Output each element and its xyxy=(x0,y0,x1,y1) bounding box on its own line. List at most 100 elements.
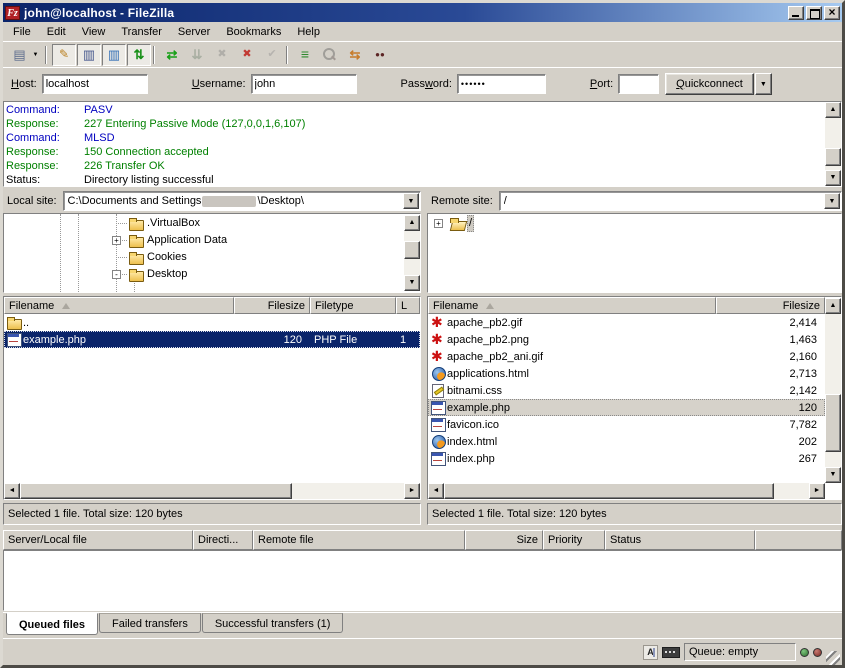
local-list-hscrollbar[interactable]: ◄ ► xyxy=(4,483,420,499)
menu-item[interactable]: Edit xyxy=(39,24,74,40)
titlebar[interactable]: Fz john@localhost - FileZilla xyxy=(3,3,842,22)
expander-icon[interactable] xyxy=(112,270,121,279)
queue-tab[interactable]: Failed transfers xyxy=(99,613,201,633)
queue-list[interactable] xyxy=(3,550,842,611)
menu-item[interactable]: Help xyxy=(289,24,328,40)
chevron-down-icon[interactable]: ▼ xyxy=(824,193,840,209)
tree-item[interactable]: .VirtualBox xyxy=(4,215,402,232)
minimize-button[interactable] xyxy=(788,6,804,20)
site-manager-icon xyxy=(12,47,28,62)
remote-list-hscrollbar[interactable]: ◄ ► xyxy=(428,483,825,499)
column-header-direction[interactable]: Directi... xyxy=(193,530,253,550)
expander-icon[interactable] xyxy=(112,236,121,245)
column-header-size[interactable]: Size xyxy=(465,530,543,550)
expander-icon[interactable] xyxy=(434,219,443,228)
file-row[interactable]: example.php 120 PHP File 1 xyxy=(4,331,420,348)
chevron-down-icon[interactable]: ▼ xyxy=(403,193,419,209)
file-row[interactable]: applications.html 2,713 xyxy=(428,365,825,382)
local-site-combo[interactable]: C:\Documents and Settings\Desktop\ ▼ xyxy=(63,191,421,211)
column-header-priority[interactable]: Priority xyxy=(543,530,605,550)
sync-browsing-icon xyxy=(347,47,363,62)
file-row[interactable]: apache_pb2_ani.gif 2,160 xyxy=(428,348,825,365)
column-header-status[interactable]: Status xyxy=(605,530,755,550)
process-queue-icon xyxy=(189,47,205,62)
column-header-last-modified[interactable]: L xyxy=(396,297,420,314)
password-input[interactable] xyxy=(457,74,546,94)
filename: example.php xyxy=(23,334,86,346)
php-icon xyxy=(6,332,23,347)
toggle-local-tree-button[interactable] xyxy=(77,44,101,66)
remote-list-scrollbar[interactable]: ▲ ▼ xyxy=(825,298,841,483)
menu-item[interactable]: Server xyxy=(170,24,218,40)
port-input[interactable] xyxy=(618,74,659,94)
scrollbar-thumb[interactable] xyxy=(404,241,420,259)
php-icon xyxy=(430,451,447,466)
maximize-button[interactable] xyxy=(806,6,822,20)
scroll-down-icon[interactable]: ▼ xyxy=(404,275,420,291)
quickconnect-dropdown-button[interactable]: ▼ xyxy=(755,73,772,95)
filesize: 202 xyxy=(716,436,825,448)
username-input[interactable] xyxy=(251,74,357,94)
filter-button[interactable] xyxy=(293,44,317,66)
log-line: Command:MLSD xyxy=(6,131,823,145)
log-scrollbar[interactable]: ▲ ▼ xyxy=(825,102,841,186)
column-header-filesize[interactable]: Filesize xyxy=(234,297,310,314)
column-header-filesize[interactable]: Filesize xyxy=(716,297,825,314)
toggle-remote-tree-button[interactable] xyxy=(102,44,126,66)
tree-item[interactable]: / xyxy=(428,215,839,232)
scrollbar-thumb[interactable] xyxy=(825,394,841,452)
menu-item[interactable]: View xyxy=(74,24,114,40)
queue-tab[interactable]: Successful transfers (1) xyxy=(202,613,344,633)
close-button[interactable] xyxy=(824,6,840,20)
cancel-icon xyxy=(214,47,230,62)
column-header-filename[interactable]: Filename xyxy=(428,297,716,314)
scroll-right-icon[interactable]: ► xyxy=(809,483,825,499)
file-row[interactable]: apache_pb2.gif 2,414 xyxy=(428,314,825,331)
scroll-up-icon[interactable]: ▲ xyxy=(825,102,841,118)
file-row[interactable]: bitnami.css 2,142 xyxy=(428,382,825,399)
site-manager-button[interactable] xyxy=(7,44,43,66)
scroll-down-icon[interactable]: ▼ xyxy=(825,467,841,483)
tree-item[interactable]: Application Data xyxy=(4,232,402,249)
file-row[interactable]: index.html 202 xyxy=(428,433,825,450)
scroll-right-icon[interactable]: ► xyxy=(404,483,420,499)
column-header-filetype[interactable]: Filetype xyxy=(310,297,396,314)
queue-tab[interactable]: Queued files xyxy=(6,613,98,635)
tree-item[interactable]: Cookies xyxy=(4,249,402,266)
scroll-left-icon[interactable]: ◄ xyxy=(428,483,444,499)
file-row[interactable]: apache_pb2.png 1,463 xyxy=(428,331,825,348)
toggle-transfer-queue-button[interactable] xyxy=(127,44,151,66)
menu-item[interactable]: Bookmarks xyxy=(218,24,289,40)
scrollbar-thumb[interactable] xyxy=(444,483,774,499)
file-row[interactable]: favicon.ico 7,782 xyxy=(428,416,825,433)
file-row[interactable]: example.php 120 xyxy=(428,399,825,416)
quickconnect-button[interactable]: Quickconnect xyxy=(665,73,754,95)
find-files-button[interactable] xyxy=(368,44,392,66)
scroll-up-icon[interactable]: ▲ xyxy=(825,298,841,314)
menu-item[interactable]: File xyxy=(5,24,39,40)
queue-header: Server/Local file Directi... Remote file… xyxy=(3,530,842,550)
toggle-message-log-button[interactable] xyxy=(52,44,76,66)
column-header-filename[interactable]: Filename xyxy=(4,297,234,314)
filter-icon xyxy=(297,47,313,62)
tree-item[interactable]: Desktop xyxy=(4,266,402,283)
local-tree-scrollbar[interactable]: ▲ ▼ xyxy=(404,215,420,291)
column-header-server-local-file[interactable]: Server/Local file xyxy=(3,530,193,550)
app-icon: Fz xyxy=(5,6,20,20)
scroll-left-icon[interactable]: ◄ xyxy=(4,483,20,499)
scrollbar-thumb[interactable] xyxy=(20,483,292,499)
column-header-remote-file[interactable]: Remote file xyxy=(253,530,465,550)
resize-grip[interactable] xyxy=(826,651,840,665)
sync-browsing-button[interactable] xyxy=(343,44,367,66)
filesize: 2,713 xyxy=(716,368,825,380)
menu-item[interactable]: Transfer xyxy=(113,24,170,40)
scroll-up-icon[interactable]: ▲ xyxy=(404,215,420,231)
remote-site-combo[interactable]: / ▼ xyxy=(499,191,842,211)
host-input[interactable] xyxy=(42,74,148,94)
file-row[interactable]: index.php 267 xyxy=(428,450,825,467)
disconnect-button[interactable] xyxy=(235,44,259,66)
refresh-button[interactable] xyxy=(160,44,184,66)
scroll-down-icon[interactable]: ▼ xyxy=(825,170,841,186)
scrollbar-thumb[interactable] xyxy=(825,148,841,166)
file-row[interactable]: .. xyxy=(4,314,420,331)
